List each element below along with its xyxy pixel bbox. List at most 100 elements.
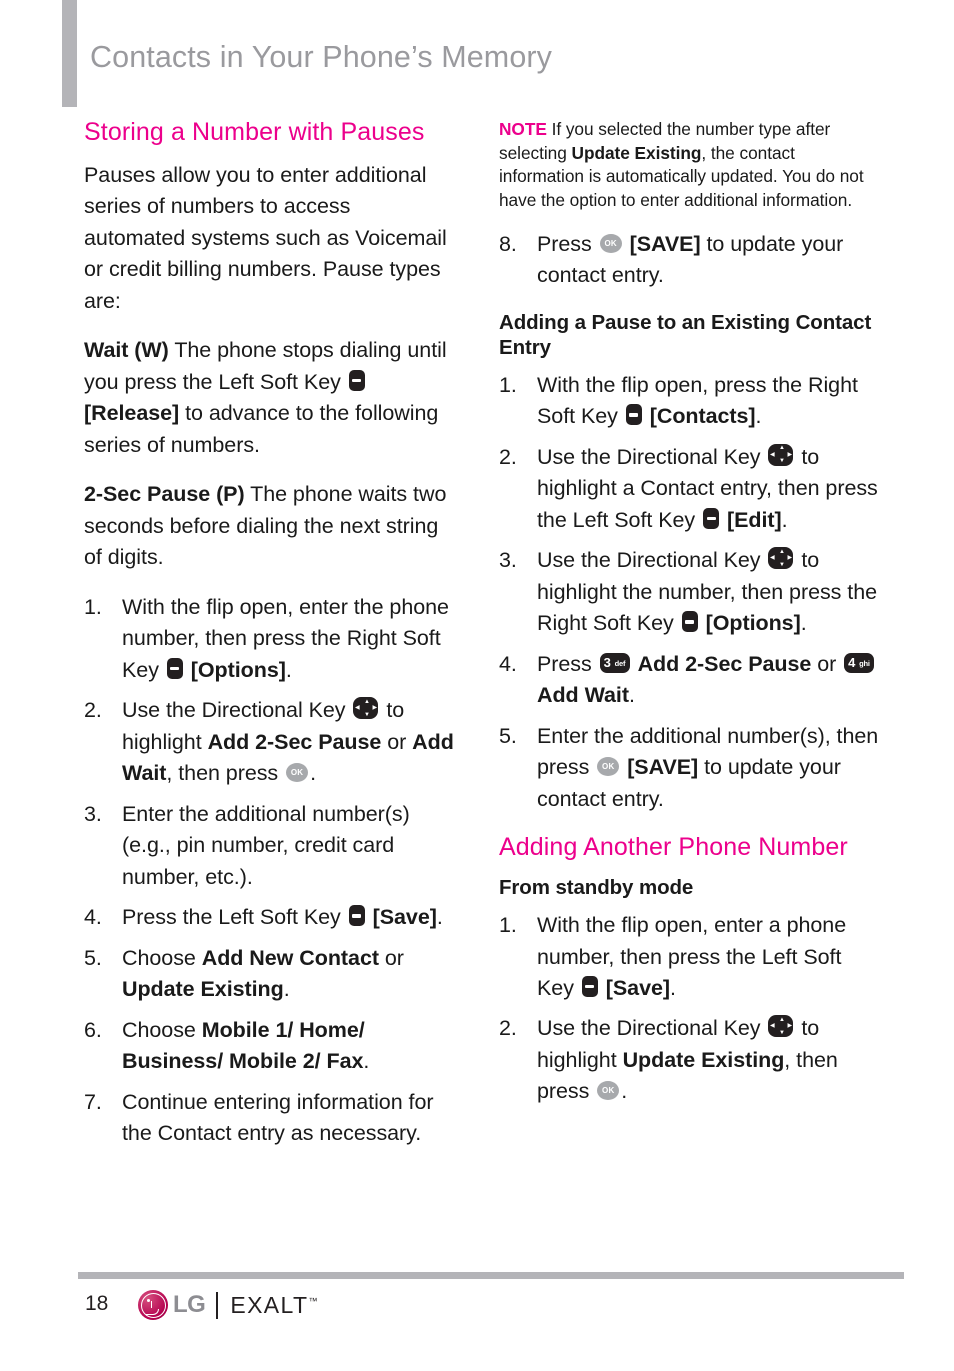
- ok-key-label: OK: [604, 238, 617, 248]
- arrow-up-icon: ▲: [778, 1016, 785, 1023]
- footer-divider: [78, 1272, 904, 1279]
- lg-logo-icon: [138, 1290, 168, 1320]
- list-item: 2. Use the Directional Key ▲ ▶ ▼ ◀ to highli…: [499, 442, 883, 536]
- step-number: 1.: [499, 913, 517, 938]
- step-text: Use the Directional Key: [537, 444, 767, 469]
- arrow-down-icon: ▼: [778, 1029, 785, 1036]
- emphasis-text: [SAVE]: [627, 755, 699, 780]
- wait-bracket: [Release]: [84, 401, 180, 426]
- emphasis-text: [Contacts]: [649, 404, 756, 429]
- right-column: NOTE If you selected the number type aft…: [499, 118, 883, 1126]
- step-number: 1.: [499, 372, 517, 397]
- step-text: .: [670, 975, 676, 1000]
- step-text: .: [283, 977, 290, 1002]
- left-column: Storing a Number with Pauses Pauses allo…: [84, 118, 456, 1168]
- list-item: 1. With the flip open, press the Right So…: [499, 370, 883, 433]
- emphasis-text: Add 2-Sec Pause: [637, 651, 812, 676]
- lg-wordmark: LG: [173, 1291, 206, 1318]
- step-number: 2.: [499, 444, 517, 469]
- directional-key-icon: ▲ ▶ ▼ ◀: [353, 697, 379, 720]
- number-key-digit: 3: [603, 654, 611, 670]
- list-item: 7. Continue entering information for the …: [84, 1087, 456, 1150]
- list-item: 3. Use the Directional Key ▲ ▶ ▼ ◀ to highli…: [499, 545, 883, 639]
- emphasis-text: [Save]: [372, 905, 437, 930]
- note-bold-term: Update Existing: [571, 142, 702, 163]
- arrow-left-icon: ◀: [769, 451, 775, 458]
- step-text: or: [811, 651, 843, 676]
- list-item: 5. Enter the additional number(s), then p…: [499, 721, 883, 815]
- section-heading-storing-pauses: Storing a Number with Pauses: [84, 118, 425, 146]
- step-text: Press: [537, 651, 598, 676]
- step-text: .: [436, 905, 443, 930]
- step-number: 3.: [499, 548, 517, 573]
- section-heading-adding-another-number: Adding Another Phone Number: [499, 833, 848, 862]
- emphasis-text: [Options]: [705, 611, 801, 636]
- two-sec-pause-definition-paragraph: 2-Sec Pause (P) The phone waits two seco…: [84, 479, 456, 573]
- step-text: or: [381, 729, 413, 754]
- model-wordmark: EXALT™: [230, 1292, 317, 1319]
- list-item: 6. Choose Mobile 1/ Home/ Business/ Mobil…: [84, 1015, 456, 1078]
- steps-adding-pause: 1. With the flip open, press the Right So…: [499, 370, 883, 815]
- arrow-down-icon: ▼: [778, 561, 785, 568]
- lg-logo-eye: [146, 1299, 150, 1303]
- step-text: .: [621, 1079, 628, 1104]
- list-item: 1. With the flip open, enter the phone nu…: [84, 592, 456, 686]
- step-number: 4.: [84, 905, 102, 930]
- arrow-right-icon: ▶: [787, 1023, 793, 1030]
- brand-lockup: LG EXALT™: [138, 1290, 317, 1320]
- sub-heading-adding-pause: Adding a Pause to an Existing Contact En…: [499, 310, 872, 359]
- arrow-down-icon: ▼: [778, 458, 785, 465]
- number-key-letters: ghi: [859, 658, 870, 668]
- directional-key-icon: ▲ ▶ ▼ ◀: [768, 1015, 794, 1038]
- arrow-up-icon: ▲: [363, 698, 370, 705]
- soft-key-icon: [166, 657, 183, 679]
- number-key-3-def-icon: 3 def: [599, 652, 630, 673]
- emphasis-text: Add 2-Sec Pause: [207, 729, 382, 754]
- steps-continued-step8: 8. Press OK [SAVE] to update your contact…: [499, 229, 883, 292]
- emphasis-text: Update Existing: [122, 977, 284, 1002]
- number-key-letters: def: [614, 658, 626, 668]
- arrow-right-icon: ▶: [787, 555, 793, 562]
- wait-definition-paragraph: Wait (W) The phone stops dialing until y…: [84, 335, 456, 461]
- step-number: 8.: [499, 231, 517, 256]
- step-text: .: [310, 761, 316, 786]
- sub-heading-from-standby-mode: From standby mode: [499, 876, 694, 900]
- soft-key-icon: [703, 507, 720, 529]
- step8-bracket: [SAVE]: [629, 231, 701, 256]
- step-number: 2.: [84, 698, 102, 723]
- arrow-left-icon: ◀: [769, 555, 775, 562]
- step-text: Choose: [122, 945, 202, 970]
- ok-key-icon: OK: [599, 233, 622, 253]
- number-key-digit: 4: [848, 654, 856, 670]
- trademark-symbol: ™: [308, 1295, 318, 1306]
- step-number: 7.: [84, 1089, 102, 1114]
- ok-key-label: OK: [290, 768, 304, 778]
- arrow-up-icon: ▲: [778, 548, 785, 555]
- steps-storing-pauses: 1. With the flip open, enter the phone nu…: [84, 592, 456, 1150]
- arrow-down-icon: ▼: [363, 711, 370, 718]
- step-text: Enter the additional number(s) (e.g., pi…: [122, 801, 410, 889]
- list-item: 4. Press the Left Soft Key [Save].: [84, 902, 456, 933]
- list-item: 1. With the flip open, enter a phone numb…: [499, 910, 883, 1004]
- step-text: .: [285, 657, 292, 682]
- soft-key-icon: [625, 404, 642, 426]
- soft-key-icon: [681, 611, 698, 633]
- page-footer: 18 LG EXALT™: [0, 1272, 954, 1371]
- list-item: 2. Use the Directional Key ▲ ▶ ▼ ◀ to highli…: [84, 695, 456, 789]
- step-number: 2.: [499, 1016, 517, 1041]
- header-accent-bar: [62, 0, 77, 107]
- steps-standby-mode: 1. With the flip open, enter a phone numb…: [499, 910, 883, 1108]
- list-item: 2. Use the Directional Key ▲ ▶ ▼ ◀ to highli…: [499, 1013, 883, 1107]
- emphasis-text: [Edit]: [726, 507, 782, 532]
- step-text: Use the Directional Key: [122, 698, 352, 723]
- emphasis-text: [Options]: [190, 657, 286, 682]
- lg-logo-nose: [150, 1301, 153, 1308]
- step-number: 5.: [84, 945, 102, 970]
- directional-key-icon: ▲ ▶ ▼ ◀: [768, 547, 794, 570]
- wait-term: Wait (W): [84, 338, 169, 363]
- brand-divider: [216, 1291, 219, 1319]
- step-text: .: [755, 404, 762, 429]
- ok-key-icon: OK: [286, 763, 309, 783]
- arrow-left-icon: ◀: [354, 705, 360, 712]
- step-text: Use the Directional Key: [537, 548, 767, 573]
